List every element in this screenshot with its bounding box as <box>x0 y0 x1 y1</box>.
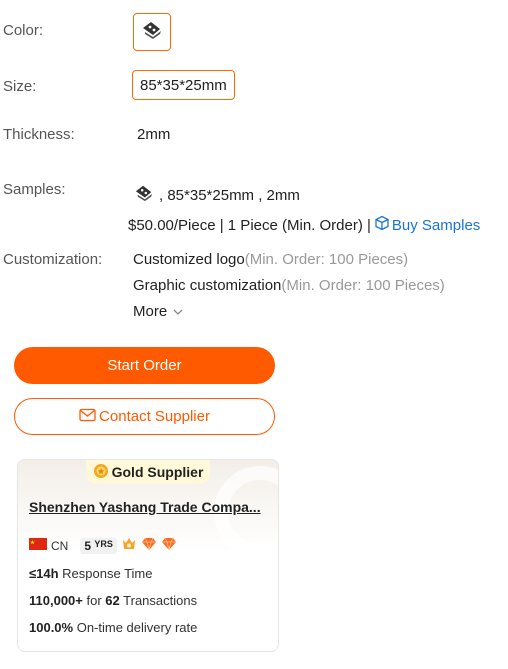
contact-supplier-label: Contact Supplier <box>99 408 210 425</box>
samples-label: Samples: <box>3 181 66 198</box>
customization-item-name: Graphic customization <box>133 277 282 294</box>
supplier-meta: CN 5 YRS <box>29 536 177 555</box>
supplier-years: 5 YRS <box>80 537 117 554</box>
more-toggle[interactable]: More <box>133 303 183 320</box>
box-icon <box>374 215 390 235</box>
ontime-delivery-stat: 100.0% On-time delivery rate <box>29 620 198 635</box>
start-order-button[interactable]: Start Order <box>14 347 275 384</box>
gold-supplier-label: Gold Supplier <box>111 464 204 480</box>
gold-medal-icon <box>93 463 109 482</box>
more-label: More <box>133 303 168 320</box>
size-label: Size: <box>3 78 37 95</box>
bracket-icon <box>133 184 155 206</box>
supplier-country: CN <box>51 538 69 553</box>
thickness-label: Thickness: <box>3 126 75 143</box>
transactions-stat: 110,000+ for 62 Transactions <box>29 593 198 608</box>
buy-samples-label: Buy Samples <box>391 216 481 234</box>
customization-item-name: Customized logo <box>133 251 245 268</box>
chevron-down-icon <box>173 303 183 320</box>
mail-icon <box>79 408 96 426</box>
thickness-value: 2mm <box>137 126 171 143</box>
diamond-icon <box>141 537 157 554</box>
diamond-icon <box>161 537 177 554</box>
buy-samples-link[interactable]: Buy Samples <box>374 215 480 235</box>
samples-spec-text: , 85*35*25mm , 2mm <box>159 186 300 204</box>
supplier-name-link[interactable]: Shenzhen Yashang Trade Compa... <box>29 499 269 515</box>
bracket-icon <box>140 20 164 45</box>
customization-item-moq: (Min. Order: 100 Pieces) <box>244 251 409 268</box>
color-label: Color: <box>3 22 44 39</box>
customization-label: Customization: <box>3 251 103 268</box>
customization-item: Graphic customization(Min. Order: 100 Pi… <box>133 277 445 294</box>
contact-supplier-button[interactable]: Contact Supplier <box>14 398 275 435</box>
samples-spec: , 85*35*25mm , 2mm <box>133 184 300 206</box>
samples-price: $50.00/Piece | 1 Piece (Min. Order) | <box>128 216 371 234</box>
color-swatch[interactable] <box>133 13 171 51</box>
customization-item: Customized logo(Min. Order: 100 Pieces) <box>133 251 408 268</box>
china-flag-icon <box>29 538 47 553</box>
response-time-stat: ≤14h Response Time <box>29 566 153 581</box>
supplier-card: Gold Supplier Shenzhen Yashang Trade Com… <box>17 459 279 652</box>
crown-icon <box>121 536 137 555</box>
samples-price-line: $50.00/Piece | 1 Piece (Min. Order) | Bu… <box>128 215 480 235</box>
customization-item-moq: (Min. Order: 100 Pieces) <box>281 277 445 294</box>
gold-supplier-badge: Gold Supplier <box>86 460 210 484</box>
size-option[interactable]: 85*35*25mm <box>132 70 235 100</box>
